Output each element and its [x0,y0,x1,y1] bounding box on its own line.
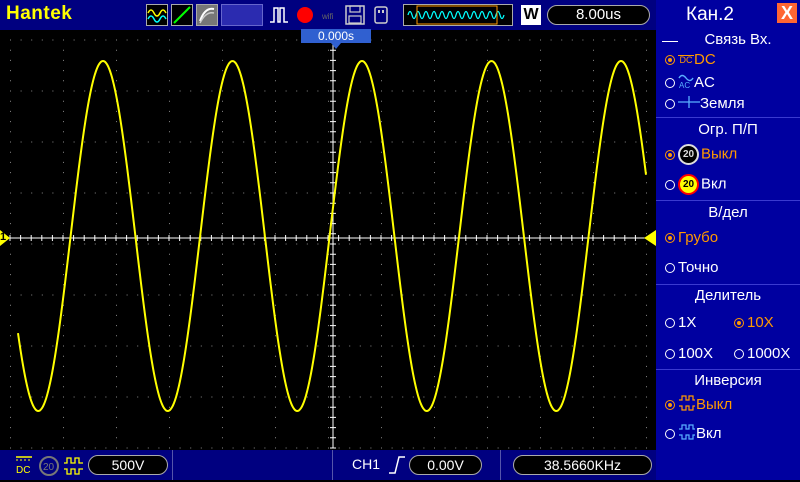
persistence-icon[interactable] [196,4,218,26]
option-label: Земля [700,95,745,112]
channel-scale-display[interactable]: 500V [88,455,168,475]
invert-on-icon [678,424,696,444]
option-label: Точно [678,259,719,276]
save-icon[interactable] [344,4,366,26]
channel-trace [17,59,647,413]
probe-option-1x[interactable]: 1X [665,314,696,331]
volts-div-option-fine[interactable]: Точно [665,259,718,276]
radio-icon [665,263,675,274]
trigger-source-label: CH1 [352,456,381,472]
vector-mode-icon[interactable] [171,4,193,26]
radio-icon [665,318,675,329]
coupling-section-title: Связь Вх. [704,31,772,48]
option-label: 1000X [747,345,791,362]
section-divider [656,284,800,285]
radio-selected-icon [665,400,675,410]
radio-icon [665,349,675,360]
coupling-option-dc[interactable]: DC DC [665,51,716,68]
trigger-position-readout[interactable]: 0.000s [301,29,371,43]
probe-option-1000x[interactable]: 1000X [734,345,790,362]
dc-icon: DC [678,55,694,66]
axis-tick-marks [9,39,636,449]
bandwidth-option-on[interactable]: 20 Вкл [665,174,727,195]
rising-edge-icon [388,454,406,476]
volts-div-section-title: В/дел [708,204,748,221]
bandwidth-20-icon: 20 [678,144,699,165]
svg-text:20: 20 [43,462,55,473]
ground-icon [678,95,700,113]
bandwidth-limit-icon: 20 [38,455,60,477]
option-label: Грубо [678,229,719,246]
option-label: DC [694,51,716,68]
top-toolbar: Hantek wifi W 8.00us [0,0,656,30]
frequency-display: 38.5660KHz [513,455,652,475]
ac-icon: AC [678,73,694,93]
channel-marker-label: 1 [0,231,7,243]
bandwidth-20-active-icon: 20 [678,174,699,195]
radio-icon [665,78,675,88]
waveform-display[interactable]: 1 [0,30,656,450]
coupling-option-ground[interactable]: Земля [665,95,745,113]
option-label: Выкл [701,145,738,163]
probe-option-10x[interactable]: 10X [734,314,774,331]
svg-text:wifi: wifi [321,12,334,21]
invert-option-off[interactable]: Выкл [665,395,732,415]
record-icon[interactable] [294,4,316,26]
section-divider [656,200,800,201]
dc-coupling-icon: DC [14,453,34,477]
option-label: AC [694,73,715,91]
waveform-area [0,39,656,449]
section-divider [656,117,800,118]
probe-section-title: Делитель [694,287,762,304]
wifi-icon: wifi [320,4,342,26]
trigger-pulse-icon[interactable] [268,4,290,26]
option-label: Выкл [696,395,733,413]
volts-div-option-coarse[interactable]: Грубо [665,229,718,246]
channel-menu-panel: Кан.2 X Связь Вх. DC DC AC AC Земля Огр. П… [656,0,800,480]
separator [172,450,173,480]
trigger-level-display[interactable]: 0.00V [409,455,482,475]
waveform-icon[interactable] [146,4,168,26]
option-label: 100X [678,345,714,362]
bandwidth-option-off[interactable]: 20 Выкл [665,144,737,165]
svg-text:AC: AC [679,81,690,89]
memory-overview-icon[interactable] [403,4,513,26]
radio-icon [665,179,675,190]
invert-option-on[interactable]: Вкл [665,424,722,444]
invert-section-title: Инверсия [694,372,762,389]
radio-selected-icon [734,318,744,329]
option-label: 10X [747,314,774,331]
invert-off-icon [678,395,696,415]
radio-selected-icon [665,55,675,66]
radio-icon [665,429,675,439]
radio-icon [734,349,744,360]
trigger-level-marker[interactable] [644,230,656,246]
status-empty-slot [221,4,263,26]
option-label: Вкл [701,175,727,193]
invert-icon [63,455,85,477]
radio-selected-icon [665,233,675,244]
separator [500,450,501,480]
radio-icon [665,99,675,110]
close-button[interactable]: X [777,3,797,23]
timebase-display[interactable]: 8.00us [547,5,650,25]
separator [332,450,333,480]
section-divider [656,369,800,370]
brand-logo: Hantek [6,3,73,24]
probe-option-100x[interactable]: 100X [665,345,713,362]
option-label: 1X [678,314,697,331]
option-label: Вкл [696,424,722,442]
trigger-position-arrow-icon [331,43,341,49]
center-axis-ticks [9,39,636,449]
coupling-option-ac[interactable]: AC AC [665,73,715,93]
usb-icon [370,4,392,26]
acquire-mode-badge[interactable]: W [521,5,541,25]
bandwidth-section-title: Огр. П/П [698,121,758,138]
svg-text:DC: DC [16,465,30,476]
radio-selected-icon [665,149,675,160]
